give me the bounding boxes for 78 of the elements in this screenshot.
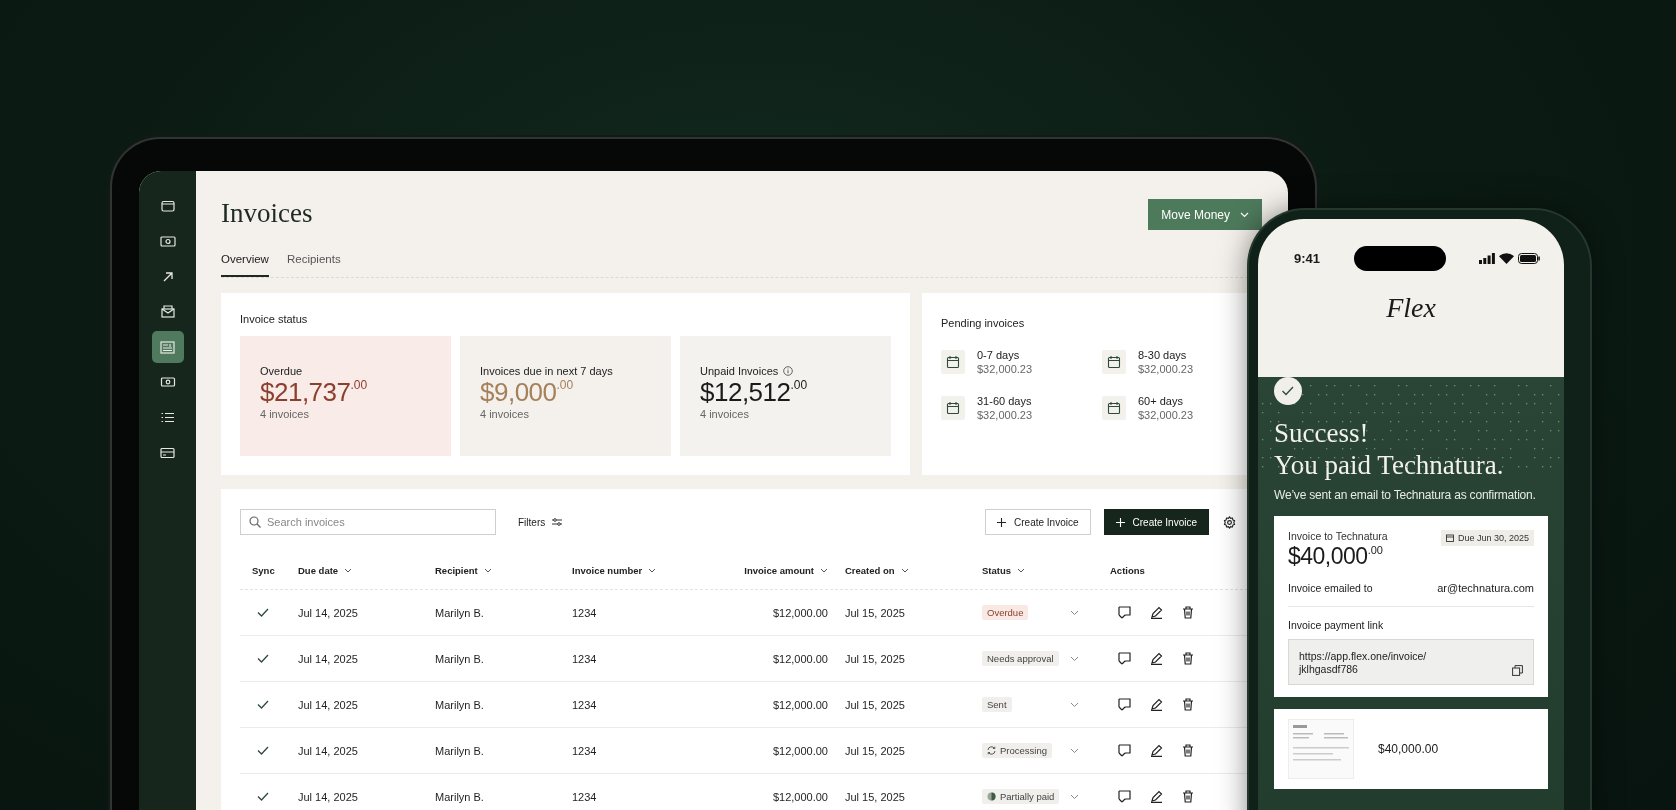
table-cell-text: Marilyn B. <box>435 744 485 757</box>
card-title: Pending invoices <box>941 317 1026 329</box>
table-cell-text: Jul 15, 2025 <box>844 698 906 711</box>
tab[interactable]: Overview <box>221 253 269 277</box>
table-cell-text: 1234 <box>572 698 598 711</box>
tile-label: Invoices due in next 7 days <box>480 365 613 377</box>
column-header[interactable]: Status <box>982 564 1070 576</box>
search-field[interactable]: Search invoices <box>240 509 496 535</box>
invoice-amount: $40,000$^{.00}$ <box>1288 542 1384 570</box>
success-subheading: You paid Technatura. <box>1274 449 1505 482</box>
table-cell-text: Jul 14, 2025 <box>298 790 359 803</box>
move-money-button[interactable]: Move Money <box>1148 199 1262 230</box>
table-cell-text: $12,000.00 <box>771 698 828 711</box>
bucket-range: 0-7 days <box>977 349 1021 361</box>
bucket-range: 31-60 days <box>977 395 1033 407</box>
tile-label: Unpaid Invoices <box>700 365 779 377</box>
column-header[interactable]: Invoice number <box>572 564 692 576</box>
bucket-amount: $32,000.23 <box>1138 409 1194 421</box>
column-header: Sync <box>251 564 276 576</box>
table-cell-text: Marilyn B. <box>435 606 485 619</box>
confirmation-message: We’ve sent an email to Technatura as confirmation. <box>1274 487 1537 502</box>
table-cell-text: Marilyn B. <box>435 652 485 665</box>
table-cell-text: Marilyn B. <box>435 698 485 711</box>
create-invoice-button[interactable]: Create Invoice <box>985 509 1091 535</box>
table-cell-text: Jul 14, 2025 <box>298 698 359 711</box>
app-logo: Flex <box>1385 291 1437 325</box>
column-header: Actions <box>1110 564 1146 576</box>
status-time: 9:41 <box>1294 250 1321 266</box>
bucket-range: 60+ days <box>1138 395 1184 407</box>
field-label: Invoice emailed to <box>1288 581 1373 594</box>
bucket-range: 8-30 days <box>1138 349 1188 361</box>
page-title: Invoices <box>221 200 313 227</box>
tile-amount: $12,512$^{.00}$ <box>700 379 809 407</box>
table-cell-text: Jul 15, 2025 <box>844 606 906 619</box>
status-badge: Processing <box>982 743 1052 758</box>
status-badge: Overdue <box>982 605 1029 620</box>
table-cell-text: $12,000.00 <box>771 790 828 803</box>
table-cell-text: Jul 15, 2025 <box>844 790 906 803</box>
card-title: Invoice status <box>240 313 309 325</box>
table-cell-text: 1234 <box>572 652 598 665</box>
column-header[interactable]: Recipient <box>435 564 572 576</box>
tile-amount: $21,737$^{.00}$ <box>260 379 369 407</box>
table-cell-text: Jul 14, 2025 <box>298 744 359 757</box>
create-invoice-button[interactable]: Create Invoice <box>1103 509 1209 535</box>
filters-button[interactable]: Filters <box>518 516 563 528</box>
table-cell-text: Marilyn B. <box>435 790 485 803</box>
invoice-count: 4 invoices <box>700 408 750 421</box>
table-cell-text: Jul 14, 2025 <box>298 606 359 619</box>
email-address: ar@technatura.com <box>1437 581 1534 594</box>
field-label: Invoice payment link <box>1288 618 1385 631</box>
table-cell-text: $12,000.00 <box>771 652 828 665</box>
preview-amount: $40,000.00 <box>1378 742 1439 757</box>
invoice-count: 4 invoices <box>260 408 310 421</box>
column-header[interactable]: Invoice amount <box>692 564 828 576</box>
table-cell-text: 1234 <box>572 790 598 803</box>
invoice-count: 4 invoices <box>480 408 530 421</box>
tile-amount: $9,000$^{.00}$ <box>480 379 575 407</box>
table-cell-text: $12,000.00 <box>771 606 828 619</box>
bucket-amount: $32,000.23 <box>1138 363 1194 375</box>
table-cell-text: Jul 15, 2025 <box>844 652 906 665</box>
success-heading: Success! <box>1274 417 1370 450</box>
column-header[interactable]: Created on <box>828 564 982 576</box>
table-cell-text: $12,000.00 <box>771 744 828 757</box>
invoice-title: Invoice to Technatura <box>1288 529 1388 542</box>
table-cell-text: Jul 14, 2025 <box>298 652 359 665</box>
status-badge: Sent <box>982 697 1012 712</box>
tab[interactable]: Recipients <box>286 253 341 277</box>
bucket-amount: $32,000.23 <box>977 363 1033 375</box>
table-cell-text: Jul 15, 2025 <box>844 744 906 757</box>
table-cell-text: 1234 <box>572 606 598 619</box>
column-header[interactable]: Due date <box>298 564 435 576</box>
due-date-badge: Due Jun 30, 2025 <box>1440 529 1534 546</box>
status-badge: Partially paid <box>982 789 1060 804</box>
tile-label: Overdue <box>260 365 303 377</box>
status-badge: Needs approval <box>982 651 1059 666</box>
payment-link[interactable]: https://app.flex.one/invoice/jklhgasdf786 <box>1299 649 1427 677</box>
bucket-amount: $32,000.23 <box>977 409 1033 421</box>
table-cell-text: 1234 <box>572 744 598 757</box>
